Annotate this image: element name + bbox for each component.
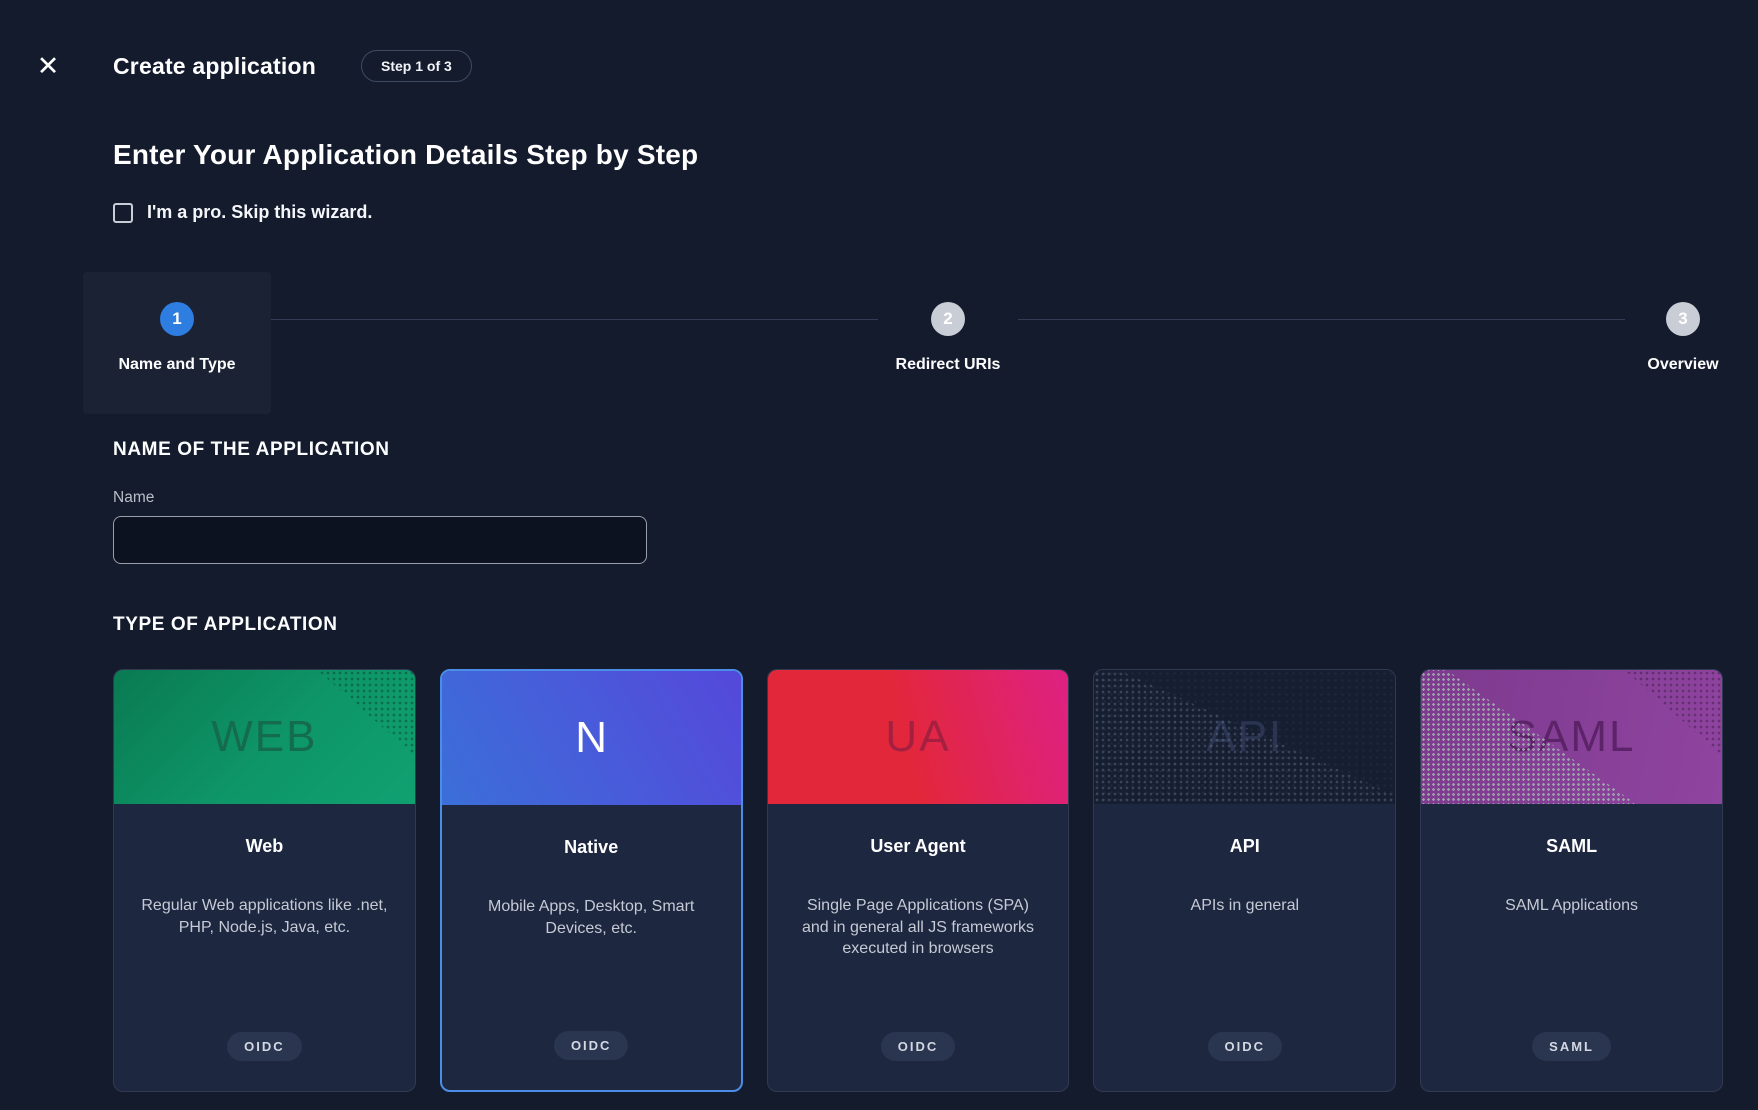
- app-type-card-saml[interactable]: SAML SAML SAML Applications SAML: [1420, 669, 1723, 1092]
- create-application-wizard: ✕ Create application Step 1 of 3 Enter Y…: [0, 0, 1758, 1092]
- step-redirect-uris: 2 Redirect URIs: [878, 272, 1018, 374]
- application-name-input[interactable]: [113, 516, 647, 564]
- user-agent-cover-text: UA: [885, 712, 950, 762]
- native-cover-text: N: [575, 713, 607, 763]
- step-3-circle: 3: [1666, 302, 1700, 336]
- stepper-connector: [271, 319, 878, 320]
- app-type-card-api[interactable]: API API APIs in general OIDC: [1093, 669, 1396, 1092]
- card-title: Web: [246, 836, 284, 857]
- protocol-badge: OIDC: [881, 1032, 956, 1061]
- skip-wizard-checkbox[interactable]: [113, 203, 133, 223]
- stepper-connector: [1018, 319, 1625, 320]
- app-type-card-web[interactable]: WEB Web Regular Web applications like .n…: [113, 669, 416, 1092]
- wizard-topbar: ✕ Create application Step 1 of 3: [0, 0, 1758, 82]
- step-2-label: Redirect URIs: [896, 356, 1001, 374]
- step-3-label: Overview: [1647, 356, 1718, 374]
- card-description: APIs in general: [1191, 895, 1300, 917]
- app-type-card-user-agent[interactable]: UA User Agent Single Page Applications (…: [767, 669, 1070, 1092]
- card-title: API: [1230, 836, 1260, 857]
- name-field-label: Name: [113, 489, 1758, 507]
- card-description: SAML Applications: [1505, 895, 1638, 917]
- page-title: Create application: [113, 53, 316, 80]
- close-icon[interactable]: ✕: [33, 51, 63, 81]
- skip-wizard-option[interactable]: I'm a pro. Skip this wizard.: [113, 202, 1758, 223]
- type-section-heading: TYPE OF APPLICATION: [113, 614, 1758, 636]
- step-name-and-type: 1 Name and Type: [83, 272, 271, 414]
- card-description: Regular Web applications like .net, PHP,…: [140, 895, 389, 938]
- native-card-cover: N: [442, 671, 741, 805]
- card-description: Mobile Apps, Desktop, Smart Devices, etc…: [468, 896, 715, 939]
- web-cover-text: WEB: [211, 712, 317, 762]
- api-cover-text: API: [1206, 712, 1283, 762]
- saml-cover-text: SAML: [1508, 712, 1636, 762]
- web-card-cover: WEB: [114, 670, 415, 804]
- protocol-badge: OIDC: [1208, 1032, 1283, 1061]
- user-agent-card-cover: UA: [768, 670, 1069, 804]
- wizard-heading: Enter Your Application Details Step by S…: [113, 139, 1758, 171]
- protocol-badge: OIDC: [554, 1031, 629, 1060]
- name-section-heading: NAME OF THE APPLICATION: [113, 439, 1758, 461]
- protocol-badge: OIDC: [227, 1032, 302, 1061]
- app-type-card-native[interactable]: N Native Mobile Apps, Desktop, Smart Dev…: [440, 669, 743, 1092]
- card-title: SAML: [1546, 836, 1597, 857]
- api-card-cover: API: [1094, 670, 1395, 804]
- card-title: Native: [564, 837, 618, 858]
- application-type-cards: WEB Web Regular Web applications like .n…: [113, 669, 1723, 1092]
- step-overview: 3 Overview: [1625, 272, 1741, 374]
- step-2-circle: 2: [931, 302, 965, 336]
- wizard-stepper: 1 Name and Type 2 Redirect URIs 3 Overvi…: [83, 272, 1741, 414]
- step-1-circle: 1: [160, 302, 194, 336]
- step-indicator-badge: Step 1 of 3: [361, 50, 472, 82]
- step-1-label: Name and Type: [118, 356, 235, 374]
- card-description: Single Page Applications (SPA) and in ge…: [794, 895, 1043, 960]
- saml-card-cover: SAML: [1421, 670, 1722, 804]
- protocol-badge: SAML: [1532, 1032, 1611, 1061]
- card-title: User Agent: [870, 836, 965, 857]
- skip-wizard-label: I'm a pro. Skip this wizard.: [147, 202, 372, 223]
